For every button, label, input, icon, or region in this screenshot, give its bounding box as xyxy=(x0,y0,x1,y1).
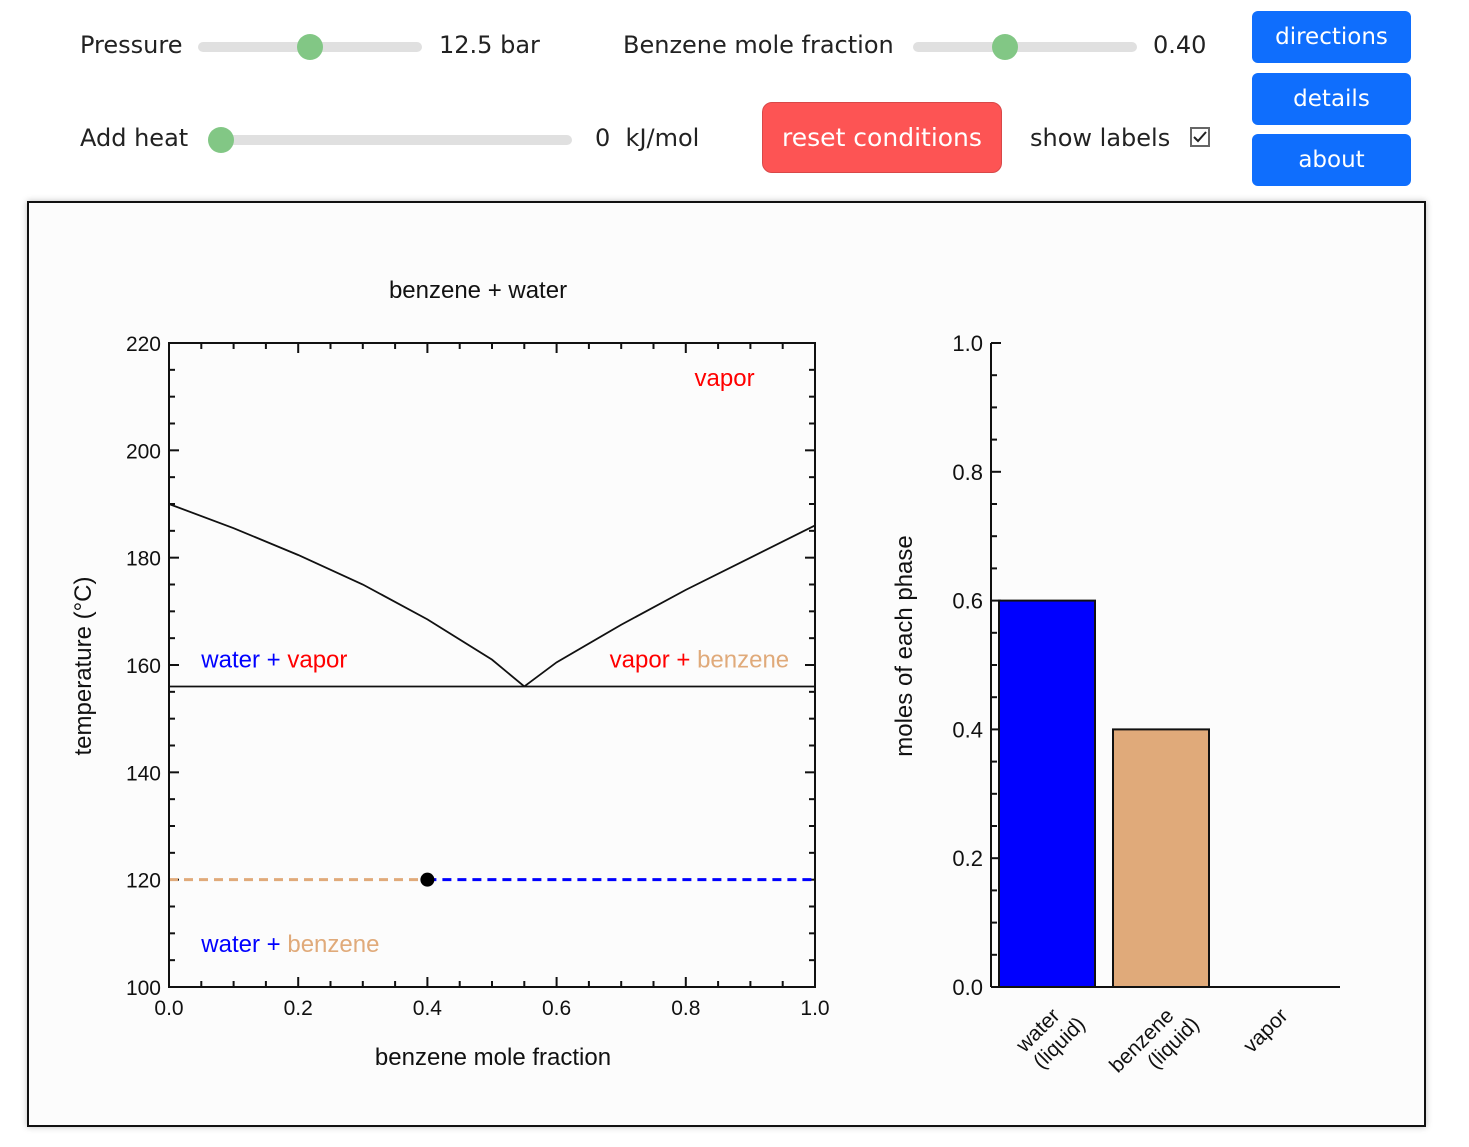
x-tick-label: 0.4 xyxy=(413,997,443,1020)
heat-value: 0 kJ/mol xyxy=(595,124,700,152)
region-label-part: benzene xyxy=(287,931,379,958)
checkmark-icon xyxy=(1193,131,1207,143)
region-label: water + benzene xyxy=(200,931,379,958)
region-label-part: vapor xyxy=(610,647,670,674)
region-label-part: + xyxy=(260,931,287,958)
bar-benzene xyxy=(1112,728,1210,989)
benzene-fraction-label: Benzene mole fraction xyxy=(623,31,894,59)
x-tick-label: 0.6 xyxy=(542,997,571,1020)
pressure-label: Pressure xyxy=(80,31,183,59)
region-label-part: + xyxy=(260,647,287,674)
reset-conditions-button[interactable]: reset conditions xyxy=(762,102,1002,173)
region-label-part: water xyxy=(200,931,260,958)
y-tick-label: 160 xyxy=(126,655,161,678)
bar-water xyxy=(998,599,1096,988)
plot-panel: benzene + water benzene mole fraction te… xyxy=(27,201,1426,1127)
phase-diagram: benzene + water benzene mole fraction te… xyxy=(70,277,830,1071)
phase-diagram-y-axis-label: temperature (°C) xyxy=(70,577,97,756)
y-tick-label: 180 xyxy=(126,548,161,571)
about-button[interactable]: about xyxy=(1252,134,1411,186)
state-point-marker xyxy=(420,872,435,887)
benzene-fraction-value: 0.40 xyxy=(1153,31,1207,59)
bar-y-tick-label: 0.8 xyxy=(952,460,983,485)
heat-slider-thumb[interactable] xyxy=(208,127,234,153)
region-label: vapor xyxy=(695,365,755,392)
bar-category-line: vapor xyxy=(1239,1004,1292,1057)
x-tick-label: 0.2 xyxy=(284,997,313,1020)
phase-amount-bar-chart: moles of each phase 0.0 0.2 0.4 0.6 0.8 1.0 w… xyxy=(891,331,1340,1095)
y-tick-label: 140 xyxy=(126,762,161,785)
bar-y-tick-label: 0.2 xyxy=(952,846,983,871)
directions-button[interactable]: directions xyxy=(1252,11,1411,63)
y-tick-label: 200 xyxy=(126,440,161,463)
bar-category-label: benzene(liquid) xyxy=(1105,996,1204,1095)
region-label-part: vapor xyxy=(695,365,755,392)
benzene-fraction-slider-thumb[interactable] xyxy=(992,34,1019,60)
x-tick-label: 1.0 xyxy=(800,997,829,1020)
region-label-part: vapor xyxy=(287,647,347,674)
bar-y-tick-label: 0.0 xyxy=(952,975,983,1000)
pressure-slider[interactable] xyxy=(198,34,422,60)
show-labels-checkbox[interactable] xyxy=(1190,127,1210,147)
region-label-part: water xyxy=(200,647,260,674)
show-labels-label: show labels xyxy=(1030,124,1171,152)
region-label-part: benzene xyxy=(697,647,789,674)
heat-label: Add heat xyxy=(80,124,189,152)
bar-y-tick-label: 0.4 xyxy=(952,717,983,742)
region-label: water + vapor xyxy=(200,647,347,674)
region-label: vapor + benzene xyxy=(610,647,790,674)
bar-chart-y-axis-label: moles of each phase xyxy=(891,535,918,756)
y-tick-label: 120 xyxy=(126,870,161,893)
x-tick-label: 0.0 xyxy=(154,997,183,1020)
benzene-fraction-slider[interactable] xyxy=(913,34,1137,60)
y-tick-label: 220 xyxy=(126,333,161,356)
y-tick-label: 100 xyxy=(126,977,161,1000)
bar-category-label: vapor xyxy=(1239,1004,1292,1057)
bar-category-label: water(liquid) xyxy=(1011,996,1090,1075)
heat-slider[interactable] xyxy=(208,127,572,153)
region-label-part: + xyxy=(670,647,697,674)
pressure-value: 12.5 bar xyxy=(439,31,540,59)
bar-y-tick-label: 1.0 xyxy=(952,331,983,356)
phase-diagram-x-axis-label: benzene mole fraction xyxy=(375,1044,611,1071)
details-button[interactable]: details xyxy=(1252,73,1411,125)
pressure-slider-thumb[interactable] xyxy=(297,34,323,60)
bar-y-tick-label: 0.6 xyxy=(952,589,983,614)
phase-diagram-title: benzene + water xyxy=(389,277,567,304)
x-tick-label: 0.8 xyxy=(671,997,700,1020)
plots-svg: benzene + water benzene mole fraction te… xyxy=(70,277,1340,1095)
